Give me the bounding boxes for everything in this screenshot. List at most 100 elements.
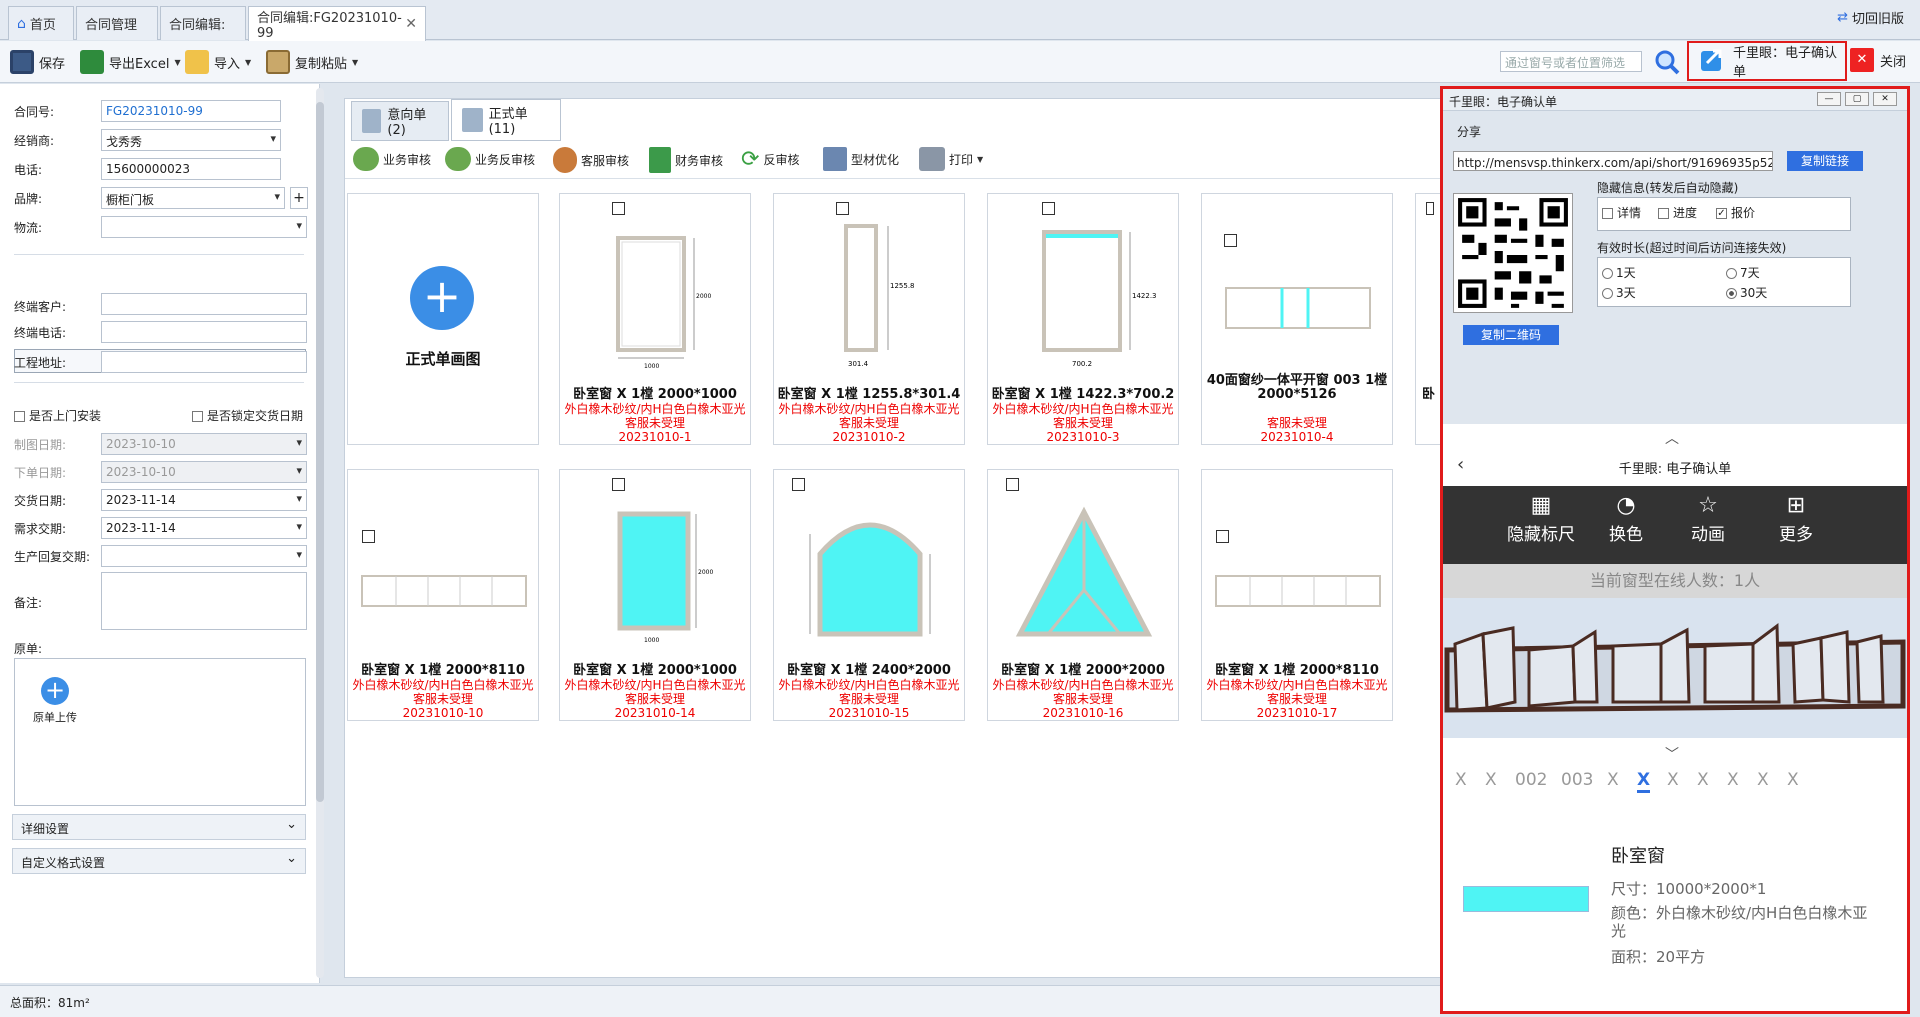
- order-card[interactable]: 1422.3 700.2 卧室窗 X 1樘 1422.3*700.2 外白橡木砂纹…: [987, 193, 1179, 445]
- card-checkbox[interactable]: [612, 478, 625, 491]
- remark-textarea[interactable]: [101, 572, 307, 630]
- search-icon[interactable]: [1654, 49, 1680, 75]
- validity-1day-radio[interactable]: 1天: [1602, 264, 1636, 281]
- add-formal-drawing-card[interactable]: + 正式单画图: [347, 193, 539, 445]
- brand-select[interactable]: 橱柜门板: [101, 187, 285, 209]
- window-tab[interactable]: 003: [1561, 770, 1593, 790]
- finance-review-button[interactable]: 财务审核: [649, 147, 723, 173]
- end-phone-field[interactable]: [101, 321, 307, 343]
- profile-optimize-button[interactable]: 型材优化: [823, 147, 899, 171]
- window-drawing: 2000 1000: [616, 236, 711, 370]
- save-button[interactable]: 保存: [10, 47, 65, 77]
- card-checkbox[interactable]: [1006, 478, 1019, 491]
- install-checkbox[interactable]: 是否上门安装: [14, 407, 101, 424]
- delivery-date-field[interactable]: 2023-11-14: [101, 489, 307, 511]
- card-checkbox[interactable]: [1042, 202, 1055, 215]
- window-tab[interactable]: X: [1607, 770, 1619, 790]
- contract-no-field[interactable]: FG20231010-99: [101, 100, 281, 122]
- restore-old-version-button[interactable]: ⇄ 切回旧版: [1837, 8, 1904, 27]
- validity-30day-radio[interactable]: 30天: [1726, 284, 1767, 301]
- window-tab[interactable]: X: [1667, 770, 1679, 790]
- add-brand-icon[interactable]: +: [290, 187, 308, 209]
- close-tab-icon[interactable]: ✕: [405, 16, 417, 32]
- home-icon: ⌂: [17, 15, 26, 32]
- window-tab[interactable]: X: [1485, 770, 1497, 790]
- tab-contract-edit-active[interactable]: 合同编辑:FG20231010-99 ✕: [248, 6, 426, 41]
- close-button[interactable]: ✕ 关闭: [1850, 48, 1906, 72]
- change-color-button[interactable]: ◔ 换色: [1609, 492, 1643, 545]
- window-tab[interactable]: X: [1455, 770, 1467, 790]
- minimize-icon[interactable]: —: [1817, 92, 1841, 106]
- end-customer-field[interactable]: [101, 293, 307, 315]
- custom-format-accordion[interactable]: 自定义格式设置: [12, 848, 306, 874]
- business-review-button[interactable]: 业务审核: [353, 147, 431, 171]
- project-address-field[interactable]: [101, 351, 307, 373]
- print-button[interactable]: 打印 ▼: [919, 147, 983, 171]
- window-tab[interactable]: X: [1757, 770, 1769, 790]
- window-tab[interactable]: X: [1697, 770, 1709, 790]
- order-card[interactable]: 2000 1000 卧室窗 X 1樘 2000*1000 外白橡木砂纹/内H白色白…: [559, 193, 751, 445]
- service-review-button[interactable]: 客服审核: [553, 147, 629, 173]
- order-date-field[interactable]: 2023-10-10: [101, 461, 307, 483]
- card-checkbox[interactable]: [1426, 202, 1434, 215]
- validity-3day-radio[interactable]: 3天: [1602, 284, 1636, 301]
- detail-settings-accordion[interactable]: 详细设置: [12, 814, 306, 840]
- copy-qr-button[interactable]: 复制二维码: [1463, 325, 1559, 345]
- copy-link-button[interactable]: 复制链接: [1787, 151, 1863, 171]
- maximize-icon[interactable]: ▢: [1845, 92, 1869, 106]
- card-checkbox[interactable]: [792, 478, 805, 491]
- unreview-button[interactable]: ⟳ 反审核: [741, 147, 799, 172]
- import-button[interactable]: 导入 ▼: [185, 47, 251, 77]
- window-drawing: 1422.3 700.2: [1042, 230, 1156, 368]
- ruler-icon: ▦: [1530, 493, 1552, 518]
- phone-field[interactable]: 15600000023: [101, 158, 281, 180]
- copy-paste-button[interactable]: 复制粘贴 ▼: [266, 47, 358, 77]
- chevron-down-icon[interactable]: ﹀: [1665, 744, 1679, 764]
- draw-date-field[interactable]: 2023-10-10: [101, 433, 307, 455]
- order-card[interactable]: 卧室窗 X 1樘 2000*2000 外白橡木砂纹/内H白色白橡木亚光 客服未受…: [987, 469, 1179, 721]
- hide-progress-checkbox[interactable]: 进度: [1658, 204, 1697, 221]
- qr-code-image: [1453, 193, 1573, 313]
- tab-contract-edit[interactable]: 合同编辑:: [160, 6, 246, 40]
- order-card[interactable]: 1255.8 301.4 卧室窗 X 1樘 1255.8*301.4 外白橡木砂纹…: [773, 193, 965, 445]
- demand-date-field[interactable]: 2023-11-14: [101, 517, 307, 539]
- window-tab[interactable]: 002: [1515, 770, 1547, 790]
- order-card[interactable]: 卧室窗 X 1樘 2000*8110 外白橡木砂纹/内H白色白橡木亚光 客服未受…: [347, 469, 539, 721]
- animation-button[interactable]: ☆ 动画: [1691, 492, 1725, 545]
- printer-icon: [919, 147, 945, 171]
- order-card[interactable]: 卧室窗 X 1樘 2000*8110 外白橡木砂纹/内H白色白橡木亚光 客服未受…: [1201, 469, 1393, 721]
- tab-intent-orders[interactable]: 意向单(2): [351, 101, 449, 141]
- card-checkbox[interactable]: [612, 202, 625, 215]
- order-card[interactable]: 2000 1000 卧室窗 X 1樘 2000*1000 外白橡木砂纹/内H白色白…: [559, 469, 751, 721]
- 3d-window-view[interactable]: [1443, 598, 1907, 738]
- online-count: 当前窗型在线人数：1人: [1443, 564, 1907, 598]
- hide-detail-checkbox[interactable]: 详情: [1602, 204, 1641, 221]
- upload-plus-icon[interactable]: +: [41, 677, 69, 705]
- e-confirm-button[interactable]: 千里眼：电子确认单: [1687, 41, 1847, 81]
- hide-ruler-button[interactable]: ▦ 隐藏标尺: [1507, 492, 1575, 545]
- lock-date-checkbox[interactable]: 是否锁定交货日期: [192, 407, 303, 424]
- window-tab[interactable]: X: [1727, 770, 1739, 790]
- validity-7day-radio[interactable]: 7天: [1726, 264, 1760, 281]
- window-drawing: 2000 1000: [617, 511, 713, 644]
- left-scrollbar[interactable]: [316, 88, 324, 978]
- hide-price-checkbox[interactable]: ✓ 报价: [1716, 204, 1755, 221]
- search-input[interactable]: 通过窗号或者位置筛选: [1500, 51, 1642, 72]
- tab-contract-manage[interactable]: 合同管理: [76, 6, 158, 40]
- close-window-icon[interactable]: ✕: [1873, 92, 1897, 106]
- order-card[interactable]: 卧室窗 X 1樘 2400*2000 外白橡木砂纹/内H白色白橡木亚光 客服未受…: [773, 469, 965, 721]
- chevron-up-icon[interactable]: ︿: [1665, 428, 1679, 448]
- production-reply-date-field[interactable]: [101, 545, 307, 567]
- logistics-select[interactable]: [101, 216, 307, 238]
- window-tab[interactable]: X: [1787, 770, 1799, 790]
- card-checkbox[interactable]: [836, 202, 849, 215]
- more-button[interactable]: ⊞ 更多: [1779, 492, 1813, 545]
- export-excel-button[interactable]: 导出Excel ▼: [80, 47, 181, 77]
- tab-home[interactable]: ⌂ 首页: [8, 6, 74, 40]
- tab-formal-orders[interactable]: 正式单(11): [451, 99, 561, 141]
- order-card[interactable]: 40面窗纱一体平开窗 003 1樘 2000*5126 客服未受理 202310…: [1201, 193, 1393, 445]
- business-unreview-button[interactable]: 业务反审核: [445, 147, 535, 171]
- window-tab-active[interactable]: X: [1637, 770, 1651, 793]
- share-link-input[interactable]: http://mensvsp.thinkerx.com/api/short/91…: [1453, 151, 1773, 171]
- dealer-select[interactable]: 戈秀秀: [101, 129, 281, 151]
